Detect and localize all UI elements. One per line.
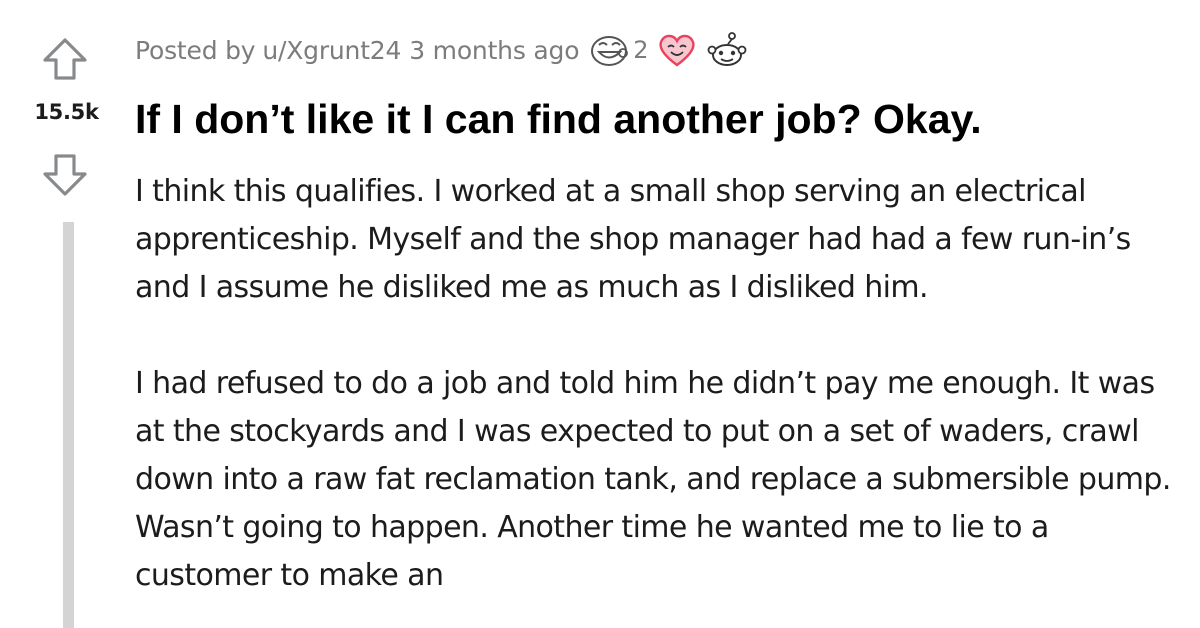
post-meta: Posted by u/Xgrunt24 3 months ago 2 [135, 30, 1175, 70]
award-grin-face[interactable]: 2 [587, 33, 649, 67]
award-heart-eyes[interactable] [656, 32, 698, 68]
grin-face-award-icon [591, 36, 629, 66]
award-count: 2 [633, 36, 649, 64]
heart-eyes-award-icon [659, 34, 696, 67]
posted-by-label: Posted by [135, 35, 256, 65]
post-paragraph: I had refused to do a job and told him h… [135, 366, 1171, 593]
vote-score: 15.5k [34, 100, 99, 124]
vote-column: 15.5k [0, 0, 128, 628]
post-title[interactable]: If I don’t like it I can find another jo… [135, 96, 1175, 142]
post-time[interactable]: 3 months ago [409, 36, 579, 65]
upvote-arrow-icon [43, 38, 87, 80]
post: Posted by u/Xgrunt24 3 months ago 2 If I… [135, 30, 1175, 628]
post-body: I think this qualifies. I worked at a sm… [135, 168, 1175, 600]
downvote-arrow-icon [43, 154, 87, 196]
award-snoo[interactable] [706, 31, 748, 69]
snoo-award-icon [707, 32, 747, 66]
collapse-thread-line[interactable] [63, 222, 74, 628]
upvote-button[interactable] [42, 36, 88, 82]
downvote-button[interactable] [42, 152, 88, 198]
post-paragraph: I think this qualifies. I worked at a sm… [135, 174, 1131, 305]
author-link[interactable]: u/Xgrunt24 [262, 36, 401, 65]
